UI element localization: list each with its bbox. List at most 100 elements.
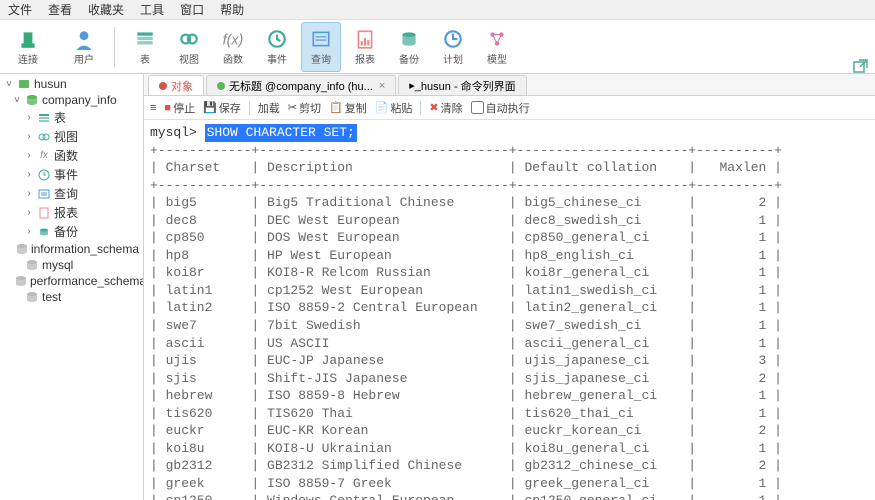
tree-node[interactable]: › 事件 xyxy=(0,165,143,184)
tree-node[interactable]: › 视图 xyxy=(0,127,143,146)
menu-button[interactable]: ≡ xyxy=(150,102,156,114)
tree-node[interactable]: ›表 xyxy=(0,108,143,127)
tree-label: 查询 xyxy=(54,185,78,202)
toolbar-backup-button[interactable]: 备份 xyxy=(389,22,429,72)
menu-item[interactable]: 查看 xyxy=(48,1,72,18)
status-dot-icon xyxy=(217,82,225,90)
editor-tab[interactable]: 对象 xyxy=(148,75,204,95)
report-icon xyxy=(353,27,377,51)
toolbar-plug-button[interactable]: 连接 xyxy=(8,22,48,72)
separator xyxy=(114,27,115,67)
tree-label: information_schema xyxy=(31,242,139,256)
external-link-icon[interactable] xyxy=(853,58,869,74)
backup-icon xyxy=(397,27,421,51)
tree-toggle-icon[interactable]: › xyxy=(24,188,34,199)
plug-icon xyxy=(16,27,40,51)
fx-icon: fx xyxy=(37,149,51,163)
toolbar-fx-button[interactable]: f(x)函数 xyxy=(213,22,253,72)
report-icon xyxy=(37,206,51,220)
menubar: 文件查看收藏夹工具窗口帮助 xyxy=(0,0,875,20)
tree-label: test xyxy=(42,290,61,304)
tree-node[interactable]: ˅ husun xyxy=(0,76,143,92)
toolbar-label: 用户 xyxy=(74,51,94,66)
tree-label: 报表 xyxy=(54,204,78,221)
toolbar-clock-button[interactable]: 事件 xyxy=(257,22,297,72)
tab-label: 无标题 @company_info (hu... xyxy=(229,78,373,94)
clock-icon xyxy=(265,27,289,51)
tree-node[interactable]: test xyxy=(0,289,143,305)
table-icon xyxy=(37,111,51,125)
tree-label: performance_schema xyxy=(30,274,144,288)
tree-toggle-icon[interactable]: ˅ xyxy=(12,95,22,106)
menu-item[interactable]: 帮助 xyxy=(220,1,244,18)
tree-label: 事件 xyxy=(54,166,78,183)
paste-button[interactable]: 📄 粘贴 xyxy=(375,100,413,116)
close-icon[interactable]: × xyxy=(379,80,385,92)
toolbar-schedule-button[interactable]: 计划 xyxy=(433,22,473,72)
menu-item[interactable]: 工具 xyxy=(140,1,164,18)
tree-node[interactable]: information_schema xyxy=(0,241,143,257)
tree-toggle-icon[interactable]: › xyxy=(24,226,34,237)
autorun-checkbox[interactable]: 自动执行 xyxy=(471,100,530,116)
toolbar-label: 备份 xyxy=(399,51,419,66)
console-toolbar: ≡ ■ 停止 💾 保存 加载 ✂ 剪切 📋 复制 📄 粘贴 ✖ 清除 自动执行 xyxy=(144,96,875,120)
schema-closed-icon xyxy=(16,242,28,256)
toolbar-label: 查询 xyxy=(311,51,331,66)
tree-toggle-icon[interactable]: › xyxy=(24,207,34,218)
toolbar-label: 视图 xyxy=(179,51,199,66)
tree-toggle-icon[interactable]: › xyxy=(24,169,34,180)
cut-button[interactable]: ✂ 剪切 xyxy=(288,100,321,116)
tree-toggle-icon[interactable]: › xyxy=(24,131,34,142)
save-button[interactable]: 💾 保存 xyxy=(203,100,241,116)
toolbar-label: 报表 xyxy=(355,51,375,66)
sql-console[interactable]: mysql> SHOW CHARACTER SET;+------------+… xyxy=(144,120,875,500)
toolbar-query-button[interactable]: 查询 xyxy=(301,22,341,72)
tree-node[interactable]: ›备份 xyxy=(0,222,143,241)
toolbar-label: 模型 xyxy=(487,51,507,66)
tree-label: husun xyxy=(34,77,67,91)
toolbar-report-button[interactable]: 报表 xyxy=(345,22,385,72)
tree-toggle-icon[interactable]: › xyxy=(24,150,34,161)
result-table: +------------+--------------------------… xyxy=(150,142,869,500)
toolbar-model-button[interactable]: 模型 xyxy=(477,22,517,72)
editor-tabbar: 对象 无标题 @company_info (hu... × ▸_ husun - 命令… xyxy=(144,74,875,96)
tree-node[interactable]: ›fx函数 xyxy=(0,146,143,165)
schema-closed-icon xyxy=(25,290,39,304)
tree-node[interactable]: performance_schema xyxy=(0,273,143,289)
tab-label: husun - 命令列界面 xyxy=(421,78,516,94)
toolbar-user-button[interactable]: 用户 xyxy=(64,22,104,72)
menu-item[interactable]: 文件 xyxy=(8,1,32,18)
menu-item[interactable]: 收藏夹 xyxy=(88,1,124,18)
tree-toggle-icon[interactable]: › xyxy=(24,112,34,123)
schema-icon xyxy=(25,93,39,107)
table-icon xyxy=(133,27,157,51)
tree-node[interactable]: ˅company_info xyxy=(0,92,143,108)
view-icon xyxy=(177,27,201,51)
menu-item[interactable]: 窗口 xyxy=(180,1,204,18)
schema-closed-icon xyxy=(15,274,27,288)
toolbar-view-button[interactable]: 视图 xyxy=(169,22,209,72)
tree-label: 视图 xyxy=(54,128,78,145)
toolbar-label: 表 xyxy=(140,51,150,66)
tree-toggle-icon[interactable]: ˅ xyxy=(4,79,14,90)
db-icon xyxy=(17,77,31,91)
stop-button[interactable]: ■ 停止 xyxy=(164,100,195,116)
user-icon xyxy=(72,27,96,51)
schedule-icon xyxy=(441,27,465,51)
tree-label: 函数 xyxy=(54,147,78,164)
model-icon xyxy=(485,27,509,51)
toolbar-table-button[interactable]: 表 xyxy=(125,22,165,72)
svg-text:f(x): f(x) xyxy=(223,33,244,49)
toolbar-label: 计划 xyxy=(443,51,463,66)
editor-tab[interactable]: ▸_ husun - 命令列界面 xyxy=(398,75,526,95)
load-button[interactable]: 加载 xyxy=(258,100,280,116)
fx-icon: f(x) xyxy=(221,27,245,51)
query-icon xyxy=(309,27,333,51)
tree-node[interactable]: › 查询 xyxy=(0,184,143,203)
copy-button[interactable]: 📋 复制 xyxy=(329,100,367,116)
tree-node[interactable]: › 报表 xyxy=(0,203,143,222)
editor-tab[interactable]: 无标题 @company_info (hu... × xyxy=(206,75,396,95)
terminal-icon: ▸_ xyxy=(409,79,421,92)
clear-button[interactable]: ✖ 清除 xyxy=(429,100,462,116)
tree-node[interactable]: mysql xyxy=(0,257,143,273)
